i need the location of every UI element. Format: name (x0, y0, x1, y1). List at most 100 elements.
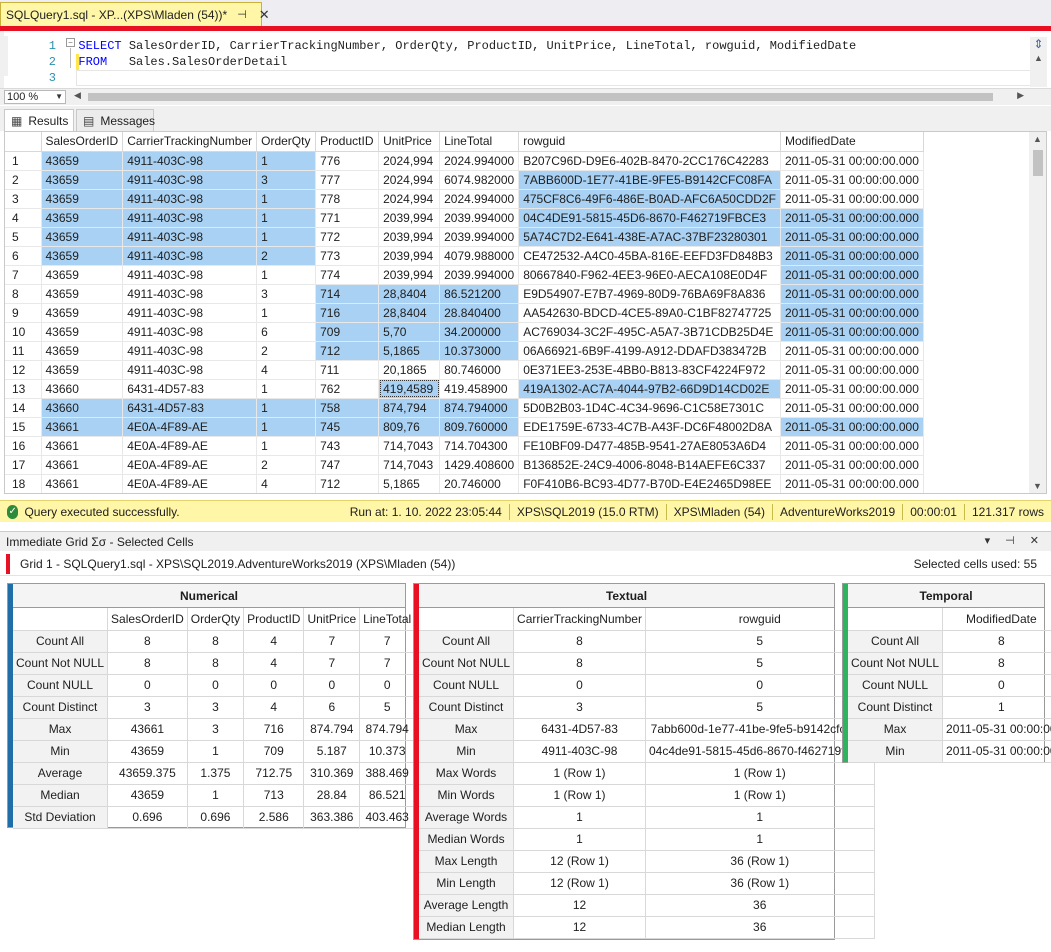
grid-cell[interactable]: 2039.994000 (439, 227, 520, 247)
scroll-up-icon[interactable]: ▲ (1033, 134, 1042, 144)
grid-cell[interactable]: 86.521200 (439, 284, 520, 304)
stat-value[interactable]: 0 (359, 674, 416, 697)
grid-cell[interactable]: 2011-05-31 00:00:00.000 (780, 265, 924, 285)
table-row[interactable]: 14 43660 6431-4D57-83 1 758 874,794 874.794000… (5, 398, 924, 418)
row-number[interactable]: 5 (5, 227, 42, 247)
grid-cell[interactable]: 2 (256, 455, 317, 475)
grid-cell[interactable]: 1 (256, 189, 317, 209)
table-row[interactable]: 4 43659 4911-403C-98 1 771 2039,994 2039.99400… (5, 208, 924, 228)
tab-messages[interactable]: ▤ Messages (76, 109, 155, 131)
grid-cell[interactable]: 2011-05-31 00:00:00.000 (780, 151, 924, 171)
scroll-left-icon[interactable]: ◀ (74, 90, 81, 101)
stat-value[interactable]: 1 (645, 828, 875, 851)
grid-cell[interactable]: 43659 (41, 151, 124, 171)
query-editor[interactable]: − 1 SELECT SalesOrderID, CarrierTracking… (0, 31, 1051, 88)
grid-cell[interactable]: 04C4DE91-5815-45D6-8670-F462719FBCE3 (518, 208, 781, 228)
code-lines[interactable]: 1 SELECT SalesOrderID, CarrierTrackingNu… (32, 38, 856, 86)
column-header[interactable]: LineTotal (439, 132, 520, 152)
stat-value[interactable]: 4 (243, 696, 305, 719)
grid-cell[interactable]: 2011-05-31 00:00:00.000 (780, 208, 924, 228)
grid-cell[interactable]: 6 (256, 322, 317, 342)
grid-cell[interactable]: 712 (315, 474, 380, 493)
stat-value[interactable]: 7 (359, 630, 416, 653)
grid-cell[interactable]: 4E0A-4F89-AE (122, 417, 258, 437)
grid-cell[interactable]: 43659 (41, 360, 124, 380)
grid-cell[interactable]: 1 (256, 208, 317, 228)
stat-value[interactable]: 36 (Row 1) (645, 872, 875, 895)
grid-cell[interactable]: 43659 (41, 170, 124, 190)
stat-value[interactable]: 1 (942, 696, 1051, 719)
stat-value[interactable]: 43661 (107, 718, 188, 741)
stat-value[interactable]: 4911-403C-98 (513, 740, 646, 763)
chevron-down-icon[interactable]: ▼ (55, 91, 63, 103)
row-number[interactable]: 1 (5, 151, 42, 171)
grid-cell[interactable]: 2011-05-31 00:00:00.000 (780, 455, 924, 475)
stat-value[interactable]: 0 (942, 674, 1051, 697)
grid-cell[interactable]: 4911-403C-98 (122, 265, 258, 285)
stat-value[interactable]: 388.469 (359, 762, 416, 785)
grid-cell[interactable]: 2011-05-31 00:00:00.000 (780, 436, 924, 456)
grid-cell[interactable]: 2011-05-31 00:00:00.000 (780, 341, 924, 361)
column-header[interactable]: OrderQty (256, 132, 317, 152)
grid-cell[interactable]: 4911-403C-98 (122, 246, 258, 266)
immediate-window-header[interactable]: Immediate Grid Σσ - Selected Cells ▾ ⊣ ✕ (0, 531, 1051, 551)
stat-value[interactable]: 3 (513, 696, 646, 719)
grid-cell[interactable]: 709 (315, 322, 380, 342)
stat-value[interactable]: 1 (187, 784, 245, 807)
grid-cell[interactable]: 43661 (41, 455, 124, 475)
grid-cell[interactable]: 2011-05-31 00:00:00.000 (780, 398, 924, 418)
grid-cell[interactable]: 06A66921-6B9F-4199-A912-DDAFD383472B (518, 341, 781, 361)
grid-cell[interactable]: 874,794 (378, 398, 441, 418)
stat-value[interactable]: 1 (Row 1) (513, 762, 646, 785)
row-number[interactable]: 6 (5, 246, 42, 266)
scroll-thumb[interactable] (1033, 150, 1043, 176)
grid-cell[interactable]: 3 (256, 170, 317, 190)
column-header[interactable]: SalesOrderID (41, 132, 124, 152)
stat-value[interactable]: 1 (187, 740, 245, 763)
grid-cell[interactable]: 1 (256, 398, 317, 418)
stat-value[interactable]: 1 (513, 806, 646, 829)
stat-value[interactable]: 7 (303, 652, 361, 675)
grid-cell[interactable]: 1 (256, 379, 317, 399)
grid-cell[interactable]: FE10BF09-D477-485B-9541-27AE8053A6D4 (518, 436, 781, 456)
grid-cell[interactable]: 4 (256, 360, 317, 380)
stat-value[interactable]: 43659.375 (107, 762, 188, 785)
code-line[interactable]: 1 SELECT SalesOrderID, CarrierTrackingNu… (32, 38, 856, 54)
grid-cell[interactable]: 2011-05-31 00:00:00.000 (780, 170, 924, 190)
grid-cell[interactable]: 4911-403C-98 (122, 341, 258, 361)
stat-value[interactable]: 3 (187, 696, 245, 719)
table-row[interactable]: 2 43659 4911-403C-98 3 777 2024,994 6074.98200… (5, 170, 924, 190)
stat-value[interactable]: 1 (Row 1) (645, 784, 875, 807)
stat-value[interactable]: 12 (513, 916, 646, 939)
row-number[interactable]: 10 (5, 322, 42, 342)
grid-cell[interactable]: 3 (256, 284, 317, 304)
stat-value[interactable]: 4 (243, 630, 305, 653)
stat-value[interactable]: 5 (645, 630, 875, 653)
grid-cell[interactable]: 758 (315, 398, 380, 418)
table-row[interactable]: 13 43660 6431-4D57-83 1 762 419,4589 419.45890… (5, 379, 924, 399)
split-icon[interactable]: ⇕ (1030, 37, 1047, 51)
grid-cell[interactable]: 711 (315, 360, 380, 380)
stat-value[interactable]: 1 (Row 1) (645, 762, 875, 785)
grid-cell[interactable]: 714,7043 (378, 436, 441, 456)
stat-value[interactable]: 8 (513, 630, 646, 653)
grid-cell[interactable]: 5,70 (378, 322, 441, 342)
stat-value[interactable]: 86.521 (359, 784, 416, 807)
stat-value[interactable]: 712.75 (243, 762, 305, 785)
stat-value[interactable]: 12 (513, 894, 646, 917)
document-tab[interactable]: SQLQuery1.sql - XP...(XPS\Mladen (54))* … (0, 2, 270, 26)
stat-value[interactable]: 6 (303, 696, 361, 719)
grid-cell[interactable]: 777 (315, 170, 380, 190)
column-header[interactable]: rowguid (518, 132, 781, 152)
grid-cell[interactable]: 43661 (41, 474, 124, 493)
row-number[interactable]: 2 (5, 170, 42, 190)
grid-cell[interactable]: 4911-403C-98 (122, 227, 258, 247)
grid-cell[interactable]: 4E0A-4F89-AE (122, 436, 258, 456)
grid-cell[interactable]: 4911-403C-98 (122, 189, 258, 209)
pin-icon[interactable]: ⊣ (237, 8, 247, 21)
stat-value[interactable]: 0 (645, 674, 875, 697)
stat-value[interactable]: 0 (243, 674, 305, 697)
grid-cell[interactable]: 2039,994 (378, 208, 441, 228)
row-number[interactable]: 15 (5, 417, 42, 437)
stat-value[interactable]: 5 (645, 696, 875, 719)
